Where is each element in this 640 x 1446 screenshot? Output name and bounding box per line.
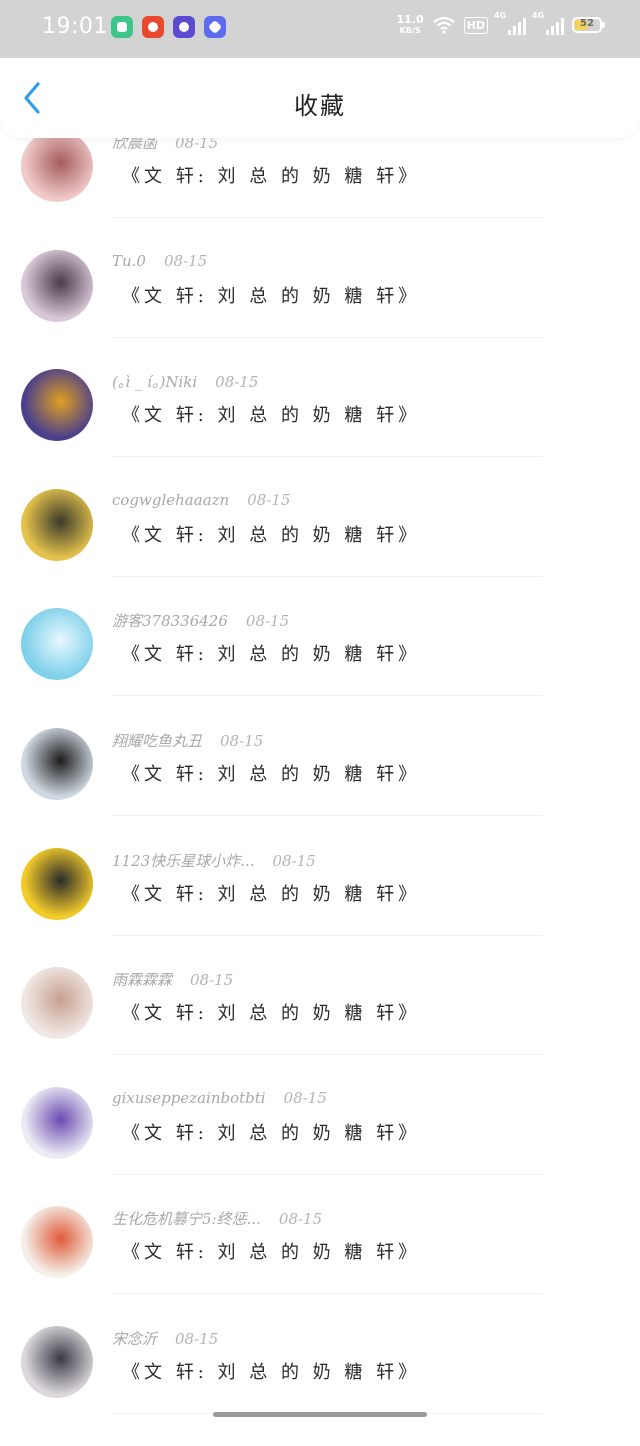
avatar[interactable]	[21, 130, 93, 202]
avatar[interactable]	[21, 967, 93, 1040]
home-indicator[interactable]	[213, 1412, 427, 1417]
avatar[interactable]	[21, 608, 93, 681]
status-indicators: 11.0 KB/S HD 4G 4G 52	[396, 11, 605, 36]
user-info: 翔耀吃鱼丸丑 08-15	[112, 730, 263, 751]
book-title[interactable]: 《文 轩: 刘 总 的 奶 糖 轩》	[122, 999, 420, 1025]
username[interactable]: (｡ì _ í｡)Niki	[112, 373, 197, 391]
page-header: 收藏	[0, 58, 640, 138]
signal-icon-1: 4G	[494, 11, 526, 35]
list-item[interactable]: (｡ì _ í｡)Niki 08-15 《文 轩: 刘 总 的 奶 糖 轩》	[0, 369, 640, 489]
username[interactable]: 雨霖霖霖	[112, 971, 172, 989]
user-info: cogwglehaaazn 08-15	[112, 491, 290, 509]
username[interactable]: Tu.0	[112, 252, 146, 270]
status-time: 19:01	[42, 14, 108, 39]
avatar[interactable]	[21, 249, 93, 322]
avatar[interactable]	[21, 1206, 93, 1279]
date-label: 08-15	[163, 251, 208, 270]
book-title[interactable]: 《文 轩: 刘 总 的 奶 糖 轩》	[122, 401, 420, 427]
date-label: 08-15	[215, 373, 259, 392]
avatar[interactable]	[21, 1086, 93, 1159]
list-item[interactable]: cogwglehaaazn 08-15 《文 轩: 刘 总 的 奶 糖 轩》	[0, 488, 640, 609]
red-app-icon	[142, 16, 164, 38]
purple-app-icon	[173, 16, 195, 38]
username[interactable]: 生化危机篡宁5:终惩...	[112, 1210, 261, 1228]
divider	[112, 575, 542, 577]
divider	[112, 336, 542, 338]
network-speed: 11.0 KB/S	[396, 13, 424, 35]
book-title[interactable]: 《文 轩: 刘 总 的 奶 糖 轩》	[122, 880, 420, 906]
book-title[interactable]: 《文 轩: 刘 总 的 奶 糖 轩》	[122, 1119, 420, 1145]
date-label: 08-15	[190, 971, 234, 990]
list-item[interactable]: 雨霖霖霖 08-15 《文 轩: 刘 总 的 奶 糖 轩》	[0, 967, 640, 1087]
list-item[interactable]: 翔耀吃鱼丸丑 08-15 《文 轩: 刘 总 的 奶 糖 轩》	[0, 728, 640, 848]
divider	[112, 1054, 542, 1056]
list-item[interactable]: 1123快乐星球小炸... 08-15 《文 轩: 刘 总 的 奶 糖 轩》	[0, 847, 640, 968]
user-info: (｡ì _ í｡)Niki 08-15	[112, 371, 258, 392]
divider	[112, 695, 542, 697]
divider	[112, 1293, 542, 1295]
username[interactable]: 翔耀吃鱼丸丑	[112, 732, 202, 750]
book-title[interactable]: 《文 轩: 刘 总 的 奶 糖 轩》	[122, 1358, 420, 1384]
book-title[interactable]: 《文 轩: 刘 总 的 奶 糖 轩》	[122, 760, 420, 786]
status-app-icons	[111, 16, 226, 38]
user-info: 游客378336426 08-15	[112, 610, 289, 631]
avatar[interactable]	[21, 1326, 93, 1398]
username[interactable]: cogwglehaaazn	[112, 491, 229, 509]
divider	[112, 217, 542, 218]
list-item[interactable]: 生化危机篡宁5:终惩... 08-15 《文 轩: 刘 总 的 奶 糖 轩》	[0, 1206, 640, 1326]
date-label: 08-15	[283, 1088, 327, 1107]
green-app-icon	[111, 16, 133, 38]
list-item[interactable]: gixuseppezainbotbti 08-15 《文 轩: 刘 总 的 奶 糖 …	[0, 1086, 640, 1207]
divider	[112, 456, 542, 458]
book-title[interactable]: 《文 轩: 刘 总 的 奶 糖 轩》	[122, 282, 420, 308]
list-item[interactable]: 欣晨菡 08-15 《文 轩: 刘 总 的 奶 糖 轩》	[0, 130, 640, 250]
date-label: 08-15	[245, 612, 290, 631]
date-label: 08-15	[278, 1210, 323, 1229]
user-info: 1123快乐星球小炸... 08-15	[112, 850, 316, 871]
wifi-icon	[432, 16, 455, 34]
user-info: gixuseppezainbotbti 08-15	[112, 1089, 327, 1107]
book-title[interactable]: 《文 轩: 刘 总 的 奶 糖 轩》	[122, 640, 420, 666]
divider	[112, 934, 542, 936]
date-label: 08-15	[247, 490, 291, 509]
divider	[112, 1173, 542, 1175]
date-label: 08-15	[220, 732, 264, 750]
user-info: Tu.0 08-15	[112, 252, 207, 270]
status-bar: 19:01 11.0 KB/S HD 4G 4G 52	[0, 0, 640, 58]
user-info: 生化危机篡宁5:终惩... 08-15	[112, 1208, 322, 1229]
page-title: 收藏	[294, 92, 346, 120]
username[interactable]: gixuseppezainbotbti	[112, 1089, 266, 1107]
book-title[interactable]: 《文 轩: 刘 总 的 奶 糖 轩》	[122, 521, 420, 547]
date-label: 08-15	[175, 1330, 219, 1348]
book-title[interactable]: 《文 轩: 刘 总 的 奶 糖 轩》	[122, 162, 420, 188]
date-label: 08-15	[272, 851, 316, 870]
username[interactable]: 宋念沂	[112, 1330, 157, 1348]
book-title[interactable]: 《文 轩: 刘 总 的 奶 糖 轩》	[122, 1238, 420, 1264]
list-item[interactable]: 游客378336426 08-15 《文 轩: 刘 总 的 奶 糖 轩》	[0, 608, 640, 728]
hd-badge: HD	[463, 16, 488, 34]
signal-icon-2: 4G	[532, 11, 564, 35]
divider	[112, 815, 542, 816]
avatar[interactable]	[21, 369, 93, 442]
username[interactable]: 游客378336426	[112, 612, 228, 630]
user-info: 宋念沂 08-15	[112, 1328, 218, 1349]
username[interactable]: 1123快乐星球小炸...	[112, 852, 254, 870]
avatar[interactable]	[21, 728, 93, 800]
blue-app-icon	[204, 16, 226, 38]
avatar[interactable]	[21, 847, 93, 920]
list-item[interactable]: 宋念沂 08-15 《文 轩: 刘 总 的 奶 糖 轩》	[0, 1326, 640, 1446]
battery-icon: 52	[572, 17, 605, 33]
list-item[interactable]: Tu.0 08-15 《文 轩: 刘 总 的 奶 糖 轩》	[0, 249, 640, 370]
user-info: 雨霖霖霖 08-15	[112, 969, 233, 990]
avatar[interactable]	[21, 488, 93, 561]
